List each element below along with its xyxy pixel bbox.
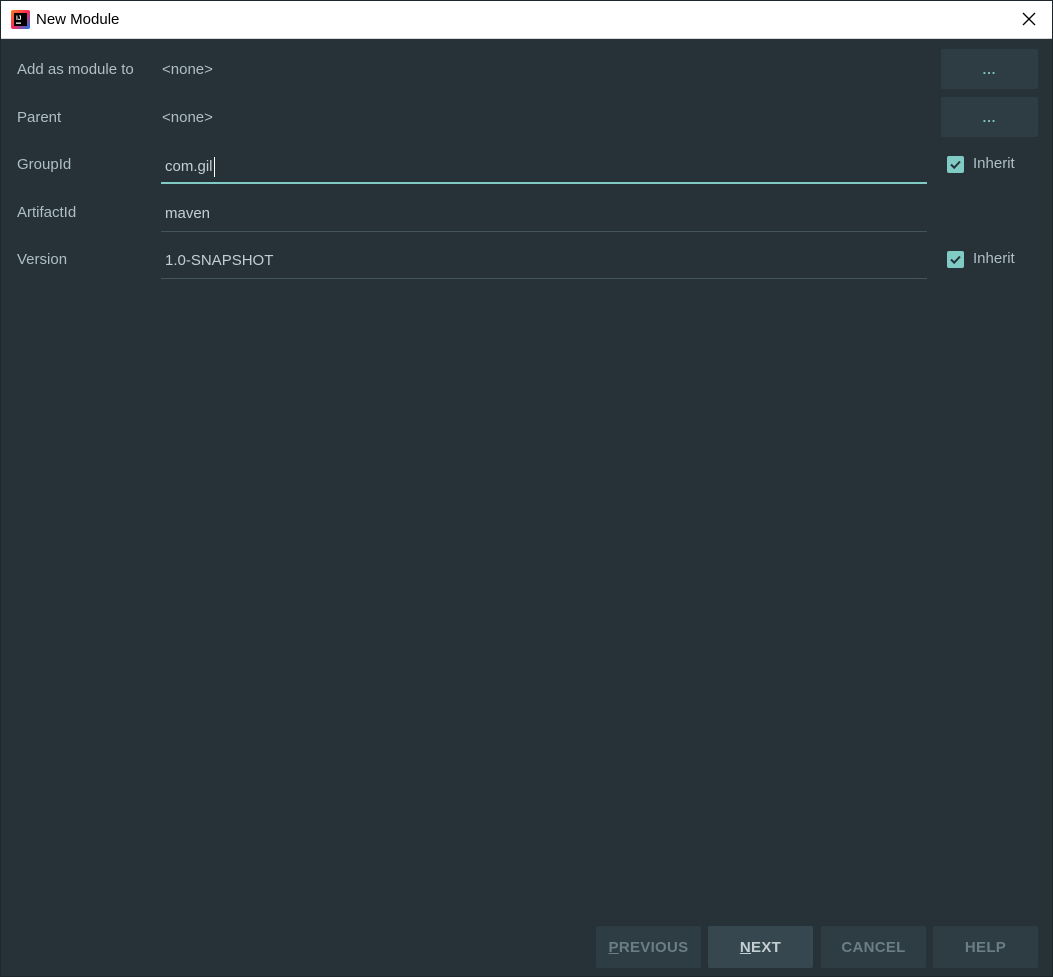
- artifact-id-label: ArtifactId: [17, 204, 77, 221]
- checkbox-checked-icon: [947, 250, 964, 268]
- artifact-id-field[interactable]: maven: [161, 196, 927, 232]
- next-button[interactable]: N EXT: [708, 926, 813, 968]
- new-module-dialog: IJ New Module Add as module to <none> ..…: [0, 0, 1053, 977]
- parent-value: <none>: [162, 109, 213, 126]
- group-id-inherit-label: Inherit: [973, 155, 1015, 172]
- version-value: 1.0-SNAPSHOT: [165, 252, 274, 269]
- intellij-idea-icon: IJ: [11, 10, 30, 29]
- previous-label: REVIOUS: [618, 938, 689, 956]
- text-caret: [213, 157, 215, 177]
- group-id-value: com.gil: [165, 157, 213, 175]
- next-mnemonic: N: [739, 938, 752, 956]
- parent-browse-button[interactable]: ...: [941, 97, 1038, 137]
- next-label: EXT: [751, 938, 782, 956]
- close-button[interactable]: [1014, 5, 1044, 33]
- window-title: New Module: [36, 11, 120, 28]
- previous-mnemonic: P: [608, 938, 619, 956]
- title-bar: IJ New Module: [1, 1, 1052, 39]
- version-field[interactable]: 1.0-SNAPSHOT: [161, 243, 927, 279]
- add-as-module-to-browse-button[interactable]: ...: [941, 49, 1038, 89]
- group-id-field[interactable]: com.gil: [161, 148, 927, 184]
- artifact-id-value: maven: [165, 205, 211, 222]
- version-inherit-label: Inherit: [973, 250, 1015, 267]
- checkbox-checked-icon: [947, 155, 964, 173]
- add-as-module-to-label: Add as module to: [17, 61, 134, 78]
- svg-text:IJ: IJ: [16, 15, 22, 22]
- cancel-button[interactable]: CANCEL: [821, 926, 926, 968]
- group-id-inherit-checkbox[interactable]: Inherit: [947, 155, 1015, 173]
- close-icon: [1022, 12, 1036, 26]
- parent-label: Parent: [17, 109, 62, 126]
- previous-button[interactable]: P REVIOUS: [596, 926, 701, 968]
- help-button[interactable]: HELP: [933, 926, 1038, 968]
- add-as-module-to-value: <none>: [162, 61, 213, 78]
- version-inherit-checkbox[interactable]: Inherit: [947, 250, 1015, 268]
- group-id-label: GroupId: [17, 156, 72, 173]
- version-label: Version: [17, 251, 68, 268]
